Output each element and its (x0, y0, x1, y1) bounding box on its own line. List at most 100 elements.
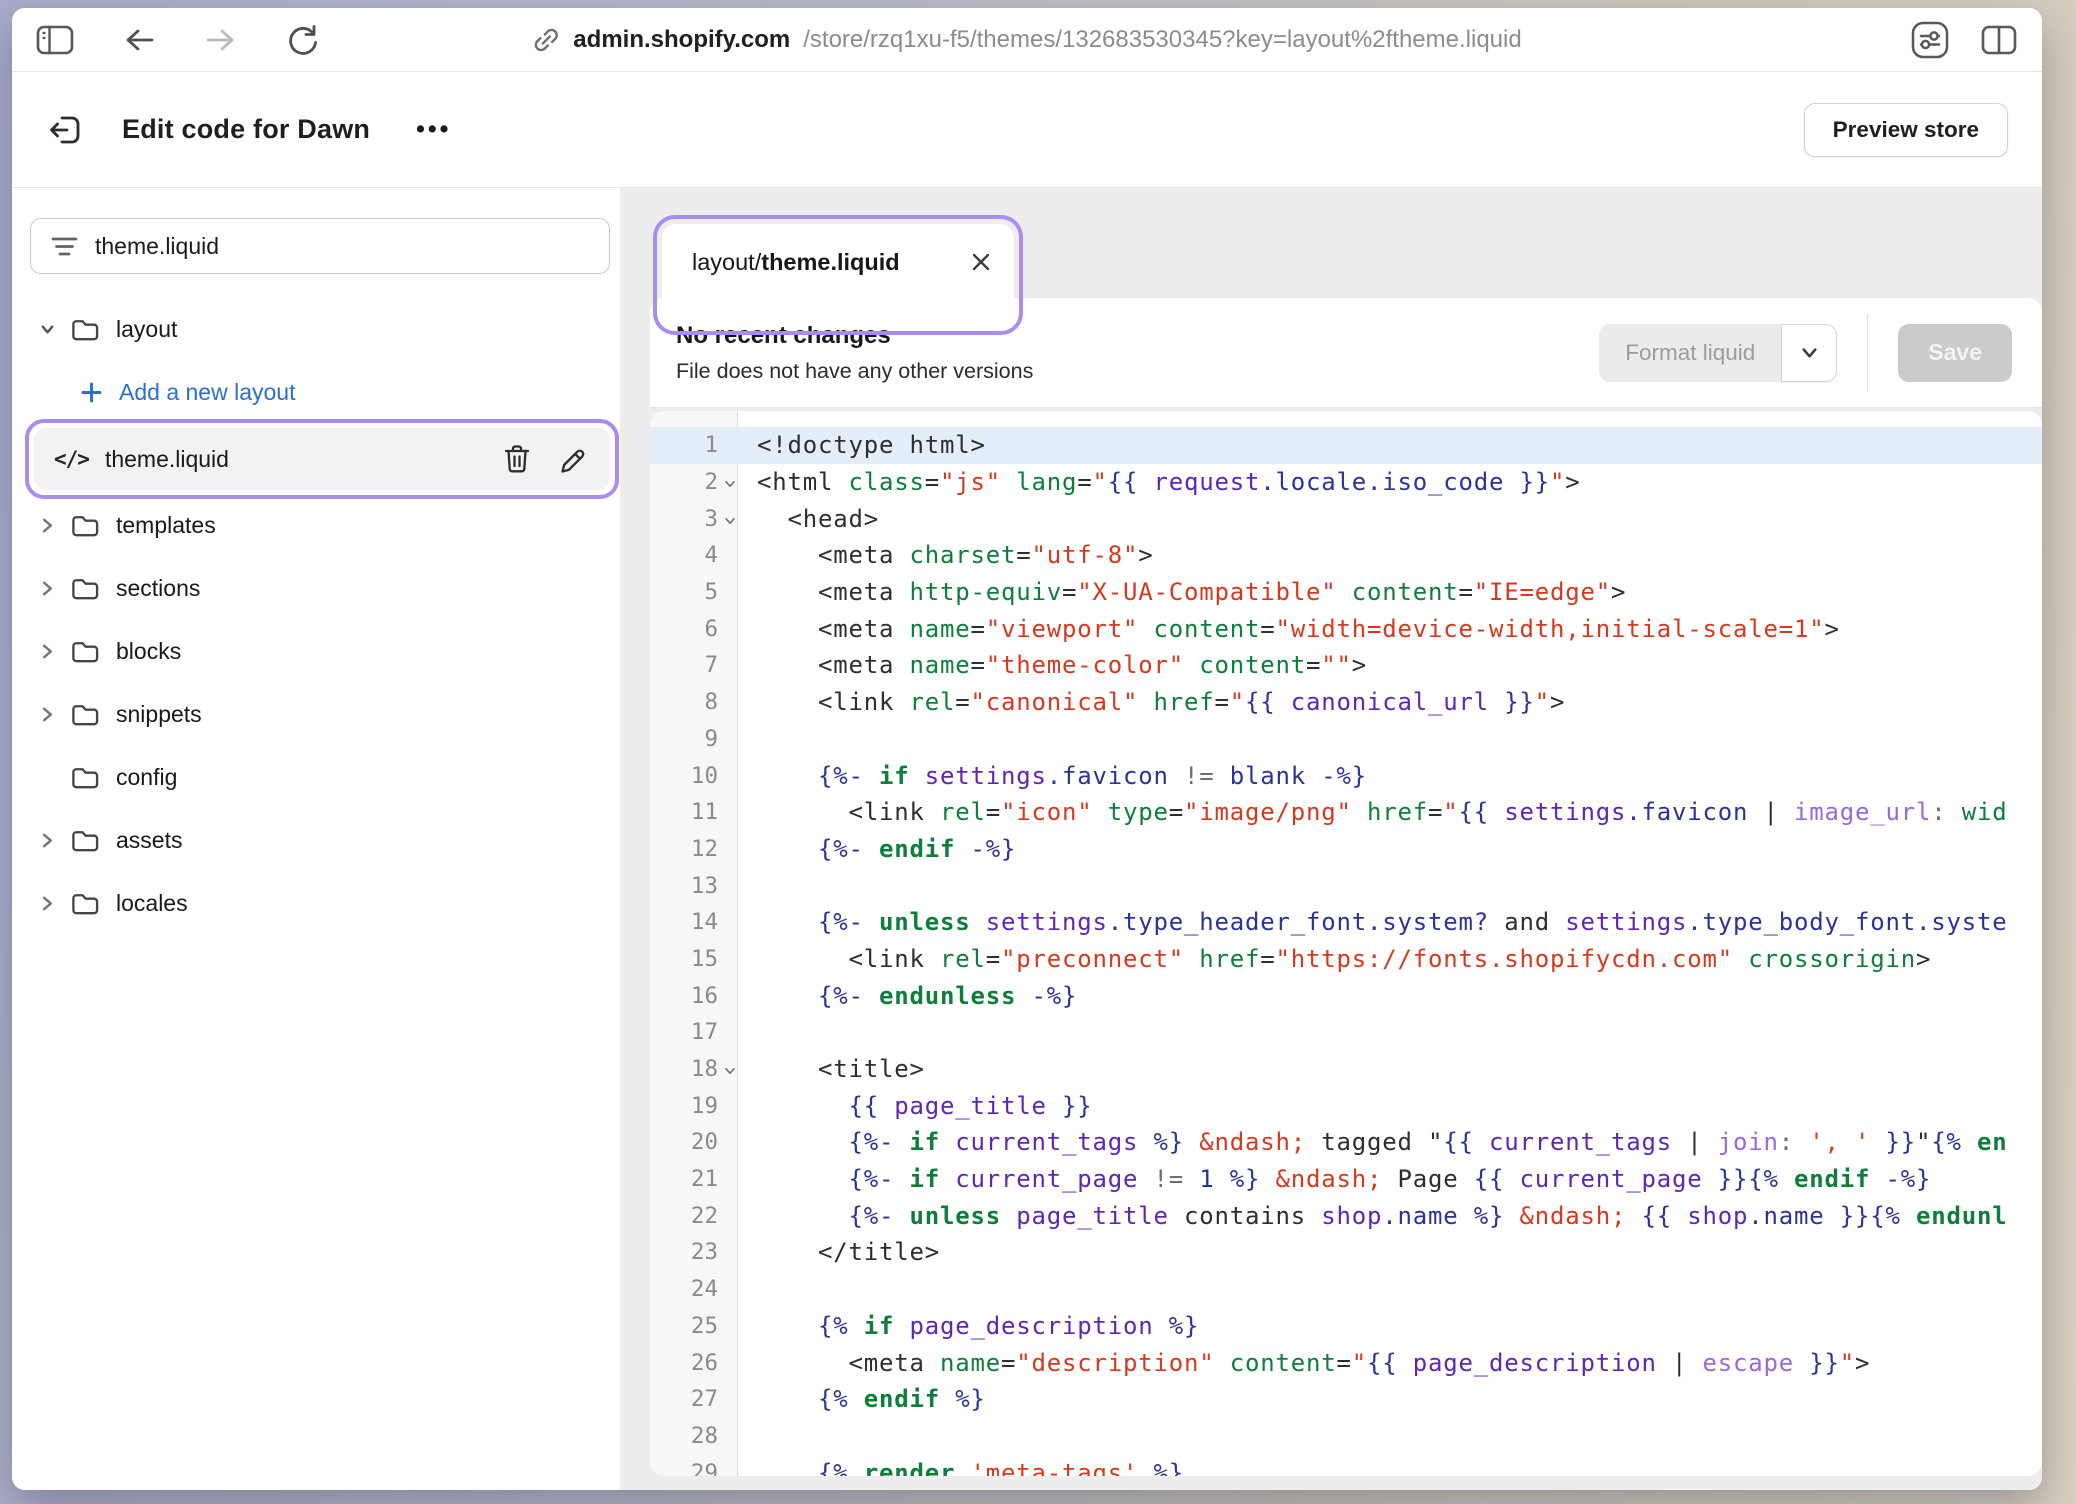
code-line[interactable]: 21 {%- if current_page != 1 %} &ndash; P… (650, 1161, 2042, 1198)
sidebar-item-layout[interactable]: layout (30, 298, 610, 361)
exit-editor-icon[interactable] (46, 111, 84, 149)
fold-caret-icon[interactable] (723, 514, 737, 528)
file-tree: layout Add a new layout </> theme.liquid (30, 298, 610, 935)
browser-toolbar: admin.shopify.com/store/rzq1xu-f5/themes… (12, 8, 2042, 72)
code-line[interactable]: 18 <title> (650, 1051, 2042, 1088)
sidebar-item-templates[interactable]: templates (30, 494, 610, 557)
sidebar-item-add-layout[interactable]: Add a new layout (30, 361, 610, 424)
code-line[interactable]: 7 <meta name="theme-color" content=""> (650, 647, 2042, 684)
line-number: 23 (650, 1239, 738, 1265)
search-input[interactable]: theme.liquid (30, 218, 610, 274)
line-number: 18 (650, 1056, 738, 1082)
code-line[interactable]: 19 {{ page_title }} (650, 1087, 2042, 1124)
sidebar-item-sections[interactable]: sections (30, 557, 610, 620)
chevron-right-icon[interactable] (38, 831, 70, 850)
chevron-right-icon[interactable] (38, 516, 70, 535)
code-line[interactable]: 3 <head> (650, 500, 2042, 537)
code-line[interactable]: 11 <link rel="icon" type="image/png" hre… (650, 794, 2042, 831)
page-settings-icon[interactable] (1910, 20, 1950, 60)
code-line-text: <meta charset="utf-8"> (738, 541, 2042, 569)
fold-caret-icon[interactable] (723, 1064, 737, 1078)
folder-icon (70, 638, 100, 665)
save-button[interactable]: Save (1898, 324, 2012, 382)
code-line-text: <title> (738, 1055, 2042, 1083)
code-editor[interactable]: 1<!doctype html>2<html class="js" lang="… (650, 411, 2042, 1476)
code-line[interactable]: 6 <meta name="viewport" content="width=d… (650, 610, 2042, 647)
code-line[interactable]: 27 {% endif %} (650, 1381, 2042, 1418)
code-line[interactable]: 9 (650, 721, 2042, 758)
toolbar-divider (1867, 314, 1868, 392)
delete-icon[interactable] (503, 444, 531, 474)
code-line[interactable]: 5 <meta http-equiv="X-UA-Compatible" con… (650, 574, 2042, 611)
code-line-text: {%- if current_tags %} &ndash; tagged "{… (738, 1128, 2042, 1156)
code-line[interactable]: 10 {%- if settings.favicon != blank -%} (650, 757, 2042, 794)
line-number: 12 (650, 836, 738, 862)
chevron-right-icon[interactable] (38, 705, 70, 724)
plus-icon (80, 381, 103, 404)
code-line[interactable]: 1<!doctype html> (650, 427, 2042, 464)
line-number: 2 (650, 469, 738, 495)
chevron-right-icon[interactable] (38, 579, 70, 598)
code-line[interactable]: 2<html class="js" lang="{{ request.local… (650, 464, 2042, 501)
code-line[interactable]: 24 (650, 1271, 2042, 1308)
chevron-right-icon[interactable] (38, 894, 70, 913)
code-line[interactable]: 8 <link rel="canonical" href="{{ canonic… (650, 684, 2042, 721)
code-line[interactable]: 17 (650, 1014, 2042, 1051)
preview-store-button[interactable]: Preview store (1804, 103, 2008, 157)
code-line[interactable]: 16 {%- endunless -%} (650, 977, 2042, 1014)
split-view-icon[interactable] (1980, 24, 2018, 56)
sidebar-item-assets[interactable]: assets (30, 809, 610, 872)
url-host: admin.shopify.com (573, 26, 790, 54)
url-bar[interactable]: admin.shopify.com/store/rzq1xu-f5/themes… (532, 26, 1521, 54)
chevron-down-icon[interactable] (38, 320, 70, 339)
sidebar-toggle-icon[interactable] (36, 25, 74, 55)
line-number: 27 (650, 1386, 738, 1412)
code-line[interactable]: 20 {%- if current_tags %} &ndash; tagged… (650, 1124, 2042, 1161)
forward-icon[interactable] (204, 24, 238, 56)
code-line[interactable]: 22 {%- unless page_title contains shop.n… (650, 1197, 2042, 1234)
format-options-chevron-icon[interactable] (1781, 324, 1837, 382)
url-path: /store/rzq1xu-f5/themes/132683530345?key… (803, 26, 1521, 54)
code-line[interactable]: 23 </title> (650, 1234, 2042, 1271)
close-icon[interactable] (970, 251, 992, 273)
sidebar-item-locales[interactable]: locales (30, 872, 610, 935)
code-line-text: {%- unless page_title contains shop.name… (738, 1202, 2042, 1230)
code-line-text: <link rel="canonical" href="{{ canonical… (738, 688, 2042, 716)
code-line[interactable]: 13 (650, 867, 2042, 904)
line-number: 28 (650, 1423, 738, 1449)
sidebar-item-snippets[interactable]: snippets (30, 683, 610, 746)
folder-icon (70, 890, 100, 917)
more-actions-icon[interactable]: ••• (416, 115, 451, 144)
code-line[interactable]: 4 <meta charset="utf-8"> (650, 537, 2042, 574)
code-line-text: <link rel="icon" type="image/png" href="… (738, 798, 2042, 826)
chevron-right-icon[interactable] (38, 642, 70, 661)
sidebar-item-label: assets (116, 827, 182, 854)
edit-icon[interactable] (557, 445, 586, 474)
format-liquid-split-button: Format liquid (1599, 324, 1837, 382)
sidebar-item-label: config (116, 764, 177, 791)
fold-caret-icon[interactable] (723, 477, 737, 491)
sidebar-item-theme-liquid[interactable]: </> theme.liquid (34, 428, 610, 490)
tab-label: layout/theme.liquid (692, 249, 900, 276)
code-line[interactable]: 25 {% if page_description %} (650, 1308, 2042, 1345)
sidebar-item-blocks[interactable]: blocks (30, 620, 610, 683)
code-line-text: {%- endif -%} (738, 835, 2042, 863)
tab-theme-liquid[interactable]: layout/theme.liquid (662, 224, 1014, 326)
code-line[interactable]: 28 (650, 1418, 2042, 1455)
reload-icon[interactable] (286, 23, 320, 57)
code-line[interactable]: 15 <link rel="preconnect" href="https://… (650, 941, 2042, 978)
code-line[interactable]: 26 <meta name="description" content="{{ … (650, 1344, 2042, 1381)
code-line-text: {% if page_description %} (738, 1312, 2042, 1340)
sidebar-item-config[interactable]: config (30, 746, 610, 809)
back-icon[interactable] (122, 24, 156, 56)
line-number: 19 (650, 1093, 738, 1119)
sidebar-item-label: locales (116, 890, 188, 917)
format-liquid-button[interactable]: Format liquid (1599, 324, 1781, 382)
code-line[interactable]: 14 {%- unless settings.type_header_font.… (650, 904, 2042, 941)
sidebar-item-label: theme.liquid (105, 446, 229, 473)
code-line[interactable]: 29 {% render 'meta-tags' %} (650, 1454, 2042, 1476)
code-line-text: {% endif %} (738, 1385, 2042, 1413)
code-line-text: {%- if settings.favicon != blank -%} (738, 762, 2042, 790)
code-line[interactable]: 12 {%- endif -%} (650, 831, 2042, 868)
line-number: 11 (650, 799, 738, 825)
